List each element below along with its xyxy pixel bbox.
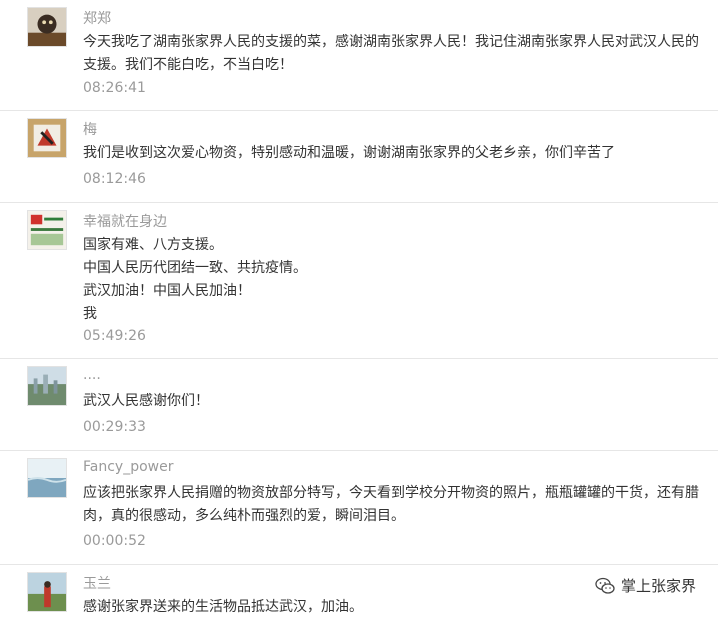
comment-text: 国家有难、八方支援。 中国人民历代团结一致、共抗疫情。 武汉加油！中国人民加油！… [83, 234, 701, 326]
comment-item: Fancy_power 应该把张家界人民捐赠的物资放部分特写，今天看到学校分开物… [0, 451, 718, 565]
comment-text-line: 我 [83, 306, 97, 322]
comment-text: 应该把张家界人民捐赠的物资放部分特写，今天看到学校分开物资的照片，瓶瓶罐罐的干货… [83, 482, 701, 528]
comment-text-line: 支援。我们不能白吃，不当白吃！ [83, 57, 293, 73]
watermark-text: 掌上张家界 [620, 577, 696, 595]
comment-text-line: 武汉加油！中国人民加油！ [83, 283, 251, 299]
comment-time: 05:49:26 [83, 328, 146, 344]
avatar-image-icon [28, 367, 66, 405]
commenter-name: 玉兰 [83, 576, 111, 592]
comment-item: 幸福就在身边 国家有难、八方支援。 中国人民历代团结一致、共抗疫情。 武汉加油！… [0, 203, 718, 359]
avatar[interactable] [27, 7, 67, 47]
commenter-name: 梅 [83, 122, 97, 138]
watermark: 掌上张家界 [595, 575, 696, 596]
commenter-name: 郑郑 [83, 11, 111, 27]
commenter-name: .... [83, 367, 101, 383]
comment-time: 00:00:52 [83, 533, 146, 549]
wechat-icon [595, 577, 615, 594]
avatar[interactable] [27, 572, 67, 612]
comment-text-line: 肉，真的很感动，多么纯朴而强烈的爱，瞬间泪目。 [83, 508, 405, 524]
comment-item: 梅 我们是收到这次爱心物资，特别感动和温暖，谢谢湖南张家界的父老乡亲，你们辛苦了… [0, 111, 718, 203]
comment-text-line: 中国人民历代团结一致、共抗疫情。 [83, 260, 307, 276]
avatar[interactable] [27, 458, 67, 498]
comment-time: 08:12:46 [83, 171, 146, 187]
avatar-image-icon [28, 459, 66, 497]
comment-item: .... 武汉人民感谢你们！ 00:29:33 [0, 359, 718, 451]
comment-time: 08:26:41 [83, 80, 146, 96]
comment-text: 今天我吃了湖南张家界人民的支援的菜，感谢湖南张家界人民！我记住湖南张家界人民对武… [83, 31, 701, 77]
comment-text-line: 应该把张家界人民捐赠的物资放部分特写，今天看到学校分开物资的照片，瓶瓶罐罐的干货… [83, 485, 699, 501]
avatar-image-icon [28, 211, 66, 249]
avatar[interactable] [27, 118, 67, 158]
commenter-name: Fancy_power [83, 459, 174, 475]
comment-item: 郑郑 今天我吃了湖南张家界人民的支援的菜，感谢湖南张家界人民！我记住湖南张家界人… [0, 0, 718, 111]
avatar[interactable] [27, 366, 67, 406]
commenter-name: 幸福就在身边 [83, 214, 167, 230]
comment-text-line: 武汉人民感谢你们！ [83, 393, 209, 409]
avatar-image-icon [28, 8, 66, 46]
comment-text-line: 今天我吃了湖南张家界人民的支援的菜，感谢湖南张家界人民！我记住湖南张家界人民对武… [83, 34, 699, 50]
avatar-image-icon [28, 573, 66, 611]
comment-text: 我们是收到这次爱心物资，特别感动和温暖，谢谢湖南张家界的父老乡亲，你们辛苦了 [83, 142, 701, 165]
comment-time: 00:29:33 [83, 419, 146, 435]
comment-text-line: 我们是收到这次爱心物资，特别感动和温暖，谢谢湖南张家界的父老乡亲，你们辛苦了 [83, 145, 615, 161]
comment-text: 武汉人民感谢你们！ [83, 390, 701, 413]
avatar-image-icon [28, 119, 66, 157]
avatar[interactable] [27, 210, 67, 250]
comment-text-line: 国家有难、八方支援。 [83, 237, 223, 253]
